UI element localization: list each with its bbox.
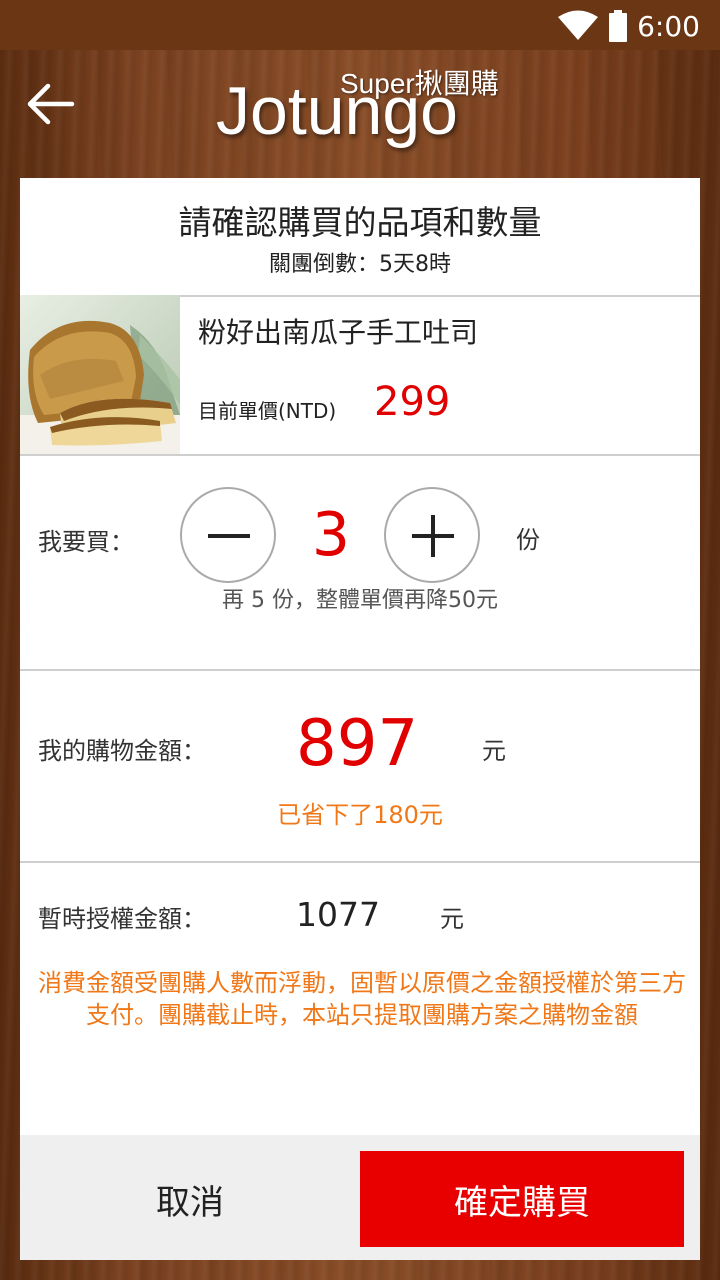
confirm-purchase-button[interactable]: 確定購買 [360,1151,684,1247]
product-section: 粉好出南瓜子手工吐司 目前單價(NTD) 299 [20,295,700,456]
page-title: 請確認購買的品項和數量 [178,203,542,242]
quantity-value: 3 [311,500,351,570]
savings-text: 已省下了180元 [277,801,443,829]
cancel-button[interactable]: 取消 [20,1151,360,1247]
battery-icon [609,10,628,42]
quantity-label: 我要買： [38,528,134,556]
quantity-section: 我要買： 3 份 再 5 份，整體單價再降50元 [20,454,700,671]
product-name: 粉好出南瓜子手工吐司 [198,316,479,349]
close-countdown: 關團倒數：5天8時 [269,252,451,277]
minus-icon [208,534,250,538]
authorization-note: 消費金額受團購人數而浮動，固暫以原價之金額授權於第三方支付。團購截止時，本站只提… [38,969,686,1029]
action-bar: 取消 確定購買 [20,1135,700,1260]
total-label: 我的購物金額： [38,737,206,765]
increase-quantity-button[interactable] [384,487,480,583]
unit-price-value: 299 [374,379,451,425]
authorization-unit: 元 [440,905,464,933]
unit-price-label: 目前單價(NTD) [198,399,337,423]
app-logo: Super揪團購 Jotungo [210,58,520,149]
purchase-confirm-card: 請確認購買的品項和數量 關團倒數：5天8時 粉好出南瓜子手工吐司 目前單價(NT [20,178,700,1260]
decrease-quantity-button[interactable] [180,487,276,583]
authorization-label: 暫時授權金額： [38,905,206,933]
total-amount: 897 [296,707,419,781]
wifi-icon [558,10,599,40]
arrow-left-icon[interactable] [24,78,76,130]
confirm-header: 請確認購買的品項和數量 關團倒數：5天8時 [20,178,700,297]
status-icons: 6:00 [557,8,700,44]
authorization-section: 暫時授權金額： 1077 元 消費金額受團購人數而浮動，固暫以原價之金額授權於第… [20,861,700,1135]
authorization-amount: 1077 [296,895,380,934]
total-unit: 元 [482,737,506,765]
discount-hint: 再 5 份，整體單價再降50元 [222,588,498,613]
status-bar: 6:00 [0,0,720,50]
product-image [20,295,180,454]
status-time: 6:00 [637,9,700,43]
quantity-unit: 份 [516,526,540,554]
logo-main-text: Jotungo [216,73,458,149]
total-section: 我的購物金額： 897 元 已省下了180元 [20,669,700,863]
